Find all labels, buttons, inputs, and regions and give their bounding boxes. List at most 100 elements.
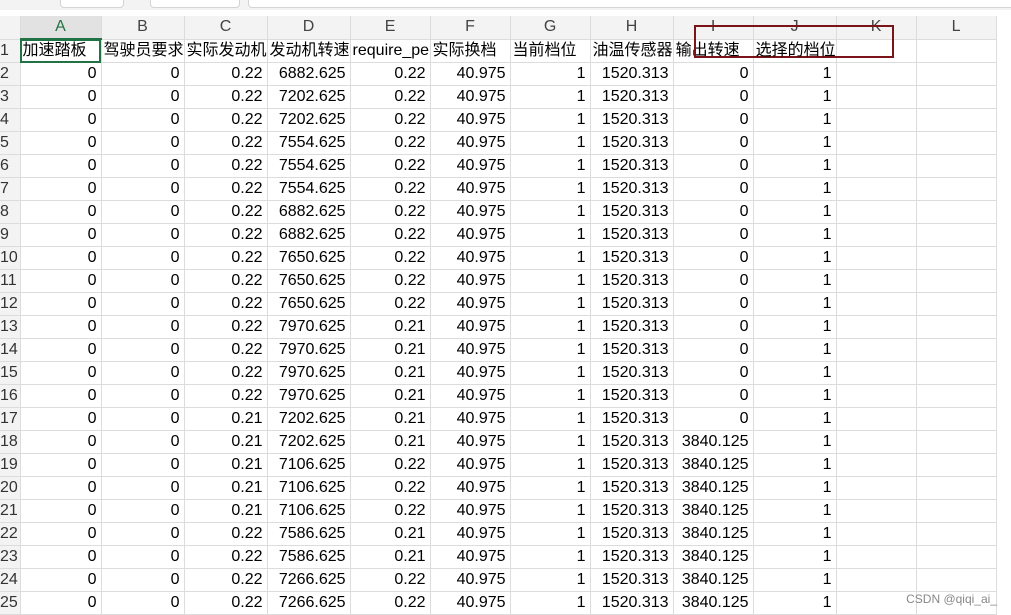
data-cell[interactable]: 40.975 (430, 522, 511, 546)
data-cell[interactable]: 0.22 (350, 154, 431, 178)
data-cell[interactable]: 1 (753, 131, 837, 155)
data-cell[interactable]: 6882.625 (267, 62, 351, 86)
data-cell[interactable]: 0 (101, 476, 185, 500)
data-cell[interactable]: 0 (101, 154, 185, 178)
row-header[interactable]: 7 (0, 177, 21, 201)
data-cell[interactable]: 0.22 (184, 384, 268, 408)
data-cell[interactable]: 40.975 (430, 545, 511, 569)
data-cell[interactable]: 0 (20, 177, 102, 201)
data-cell[interactable]: 1 (753, 154, 837, 178)
data-cell[interactable]: 1520.313 (590, 154, 674, 178)
data-cell[interactable]: 1520.313 (590, 407, 674, 431)
data-cell[interactable]: 0 (101, 223, 185, 247)
data-cell[interactable]: 0 (101, 292, 185, 316)
data-cell[interactable]: 0.21 (350, 315, 431, 339)
column-header-h[interactable]: H (590, 16, 674, 40)
data-cell[interactable]: 1520.313 (590, 361, 674, 385)
data-cell[interactable]: 1 (753, 476, 837, 500)
row-header[interactable]: 4 (0, 108, 21, 132)
data-cell[interactable]: 0 (20, 499, 102, 523)
data-cell[interactable]: 1 (510, 108, 591, 132)
data-cell[interactable]: 0 (20, 384, 102, 408)
data-cell[interactable]: 1 (753, 62, 837, 86)
data-cell[interactable] (836, 177, 917, 201)
row-header[interactable]: 9 (0, 223, 21, 247)
data-cell[interactable]: 0 (673, 361, 754, 385)
data-cell[interactable]: 0.22 (350, 292, 431, 316)
data-cell[interactable]: 0.21 (184, 453, 268, 477)
data-cell[interactable]: 1520.313 (590, 430, 674, 454)
row-header[interactable]: 23 (0, 545, 21, 569)
row-header[interactable]: 5 (0, 131, 21, 155)
data-cell[interactable]: 0 (673, 338, 754, 362)
header-cell[interactable]: require_pe (350, 39, 431, 63)
data-cell[interactable]: 0 (101, 85, 185, 109)
data-cell[interactable]: 0.22 (184, 154, 268, 178)
data-cell[interactable]: 0.21 (350, 522, 431, 546)
data-cell[interactable] (916, 315, 997, 339)
data-cell[interactable]: 0.22 (350, 177, 431, 201)
data-cell[interactable] (836, 292, 917, 316)
data-cell[interactable]: 0.22 (184, 568, 268, 592)
data-cell[interactable]: 1 (753, 430, 837, 454)
data-cell[interactable]: 40.975 (430, 154, 511, 178)
data-cell[interactable]: 7266.625 (267, 591, 351, 615)
data-cell[interactable]: 1 (510, 131, 591, 155)
data-cell[interactable] (836, 591, 917, 615)
column-header-b[interactable]: B (101, 16, 185, 40)
data-cell[interactable]: 0 (20, 453, 102, 477)
data-cell[interactable]: 40.975 (430, 568, 511, 592)
data-cell[interactable]: 1520.313 (590, 246, 674, 270)
data-cell[interactable]: 1 (510, 522, 591, 546)
data-cell[interactable]: 0.22 (184, 223, 268, 247)
column-header-c[interactable]: C (184, 16, 268, 40)
data-cell[interactable]: 7650.625 (267, 269, 351, 293)
data-cell[interactable] (836, 545, 917, 569)
data-cell[interactable] (836, 154, 917, 178)
data-cell[interactable]: 1 (510, 476, 591, 500)
data-cell[interactable] (916, 62, 997, 86)
data-cell[interactable]: 1 (753, 591, 837, 615)
row-header[interactable]: 21 (0, 499, 21, 523)
data-cell[interactable]: 1 (510, 154, 591, 178)
data-cell[interactable]: 0.22 (184, 315, 268, 339)
data-cell[interactable]: 1520.313 (590, 453, 674, 477)
row-header[interactable]: 22 (0, 522, 21, 546)
data-cell[interactable]: 0 (101, 246, 185, 270)
data-cell[interactable]: 1 (510, 384, 591, 408)
data-cell[interactable] (836, 407, 917, 431)
data-cell[interactable]: 0 (101, 108, 185, 132)
data-cell[interactable]: 1520.313 (590, 384, 674, 408)
data-cell[interactable]: 0.22 (184, 177, 268, 201)
data-cell[interactable]: 1 (753, 407, 837, 431)
column-header-g[interactable]: G (510, 16, 591, 40)
data-cell[interactable]: 0.22 (184, 246, 268, 270)
data-cell[interactable]: 0 (101, 200, 185, 224)
data-cell[interactable]: 7106.625 (267, 453, 351, 477)
data-cell[interactable]: 0.22 (350, 108, 431, 132)
data-cell[interactable]: 0 (101, 407, 185, 431)
data-cell[interactable]: 1 (510, 453, 591, 477)
data-cell[interactable]: 0 (673, 269, 754, 293)
data-cell[interactable]: 0 (101, 177, 185, 201)
data-cell[interactable]: 1 (753, 545, 837, 569)
data-cell[interactable]: 0.22 (350, 499, 431, 523)
data-cell[interactable]: 0.22 (184, 200, 268, 224)
data-cell[interactable]: 1 (510, 315, 591, 339)
data-cell[interactable]: 1520.313 (590, 108, 674, 132)
data-cell[interactable]: 1520.313 (590, 177, 674, 201)
data-cell[interactable]: 0 (101, 269, 185, 293)
data-cell[interactable]: 40.975 (430, 62, 511, 86)
data-cell[interactable]: 1 (510, 292, 591, 316)
data-cell[interactable]: 0.22 (184, 591, 268, 615)
data-cell[interactable]: 1 (510, 568, 591, 592)
data-cell[interactable]: 1 (753, 108, 837, 132)
data-cell[interactable]: 0 (20, 545, 102, 569)
data-cell[interactable]: 1520.313 (590, 85, 674, 109)
data-cell[interactable]: 1520.313 (590, 338, 674, 362)
row-header[interactable]: 3 (0, 85, 21, 109)
column-header-j[interactable]: J (753, 16, 837, 40)
data-cell[interactable]: 0.22 (184, 269, 268, 293)
data-cell[interactable]: 0 (673, 407, 754, 431)
data-cell[interactable]: 0 (20, 315, 102, 339)
